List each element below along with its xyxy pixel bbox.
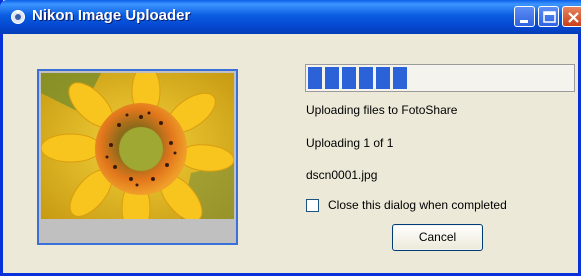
progress-segment (342, 67, 356, 89)
nikon-uploader-icon (11, 10, 25, 24)
minimize-button[interactable] (514, 6, 535, 27)
progress-fill (308, 67, 410, 89)
progress-segment (308, 67, 322, 89)
close-when-done-checkbox[interactable] (306, 199, 319, 212)
cancel-button[interactable]: Cancel (392, 224, 483, 251)
window-title: Nikon Image Uploader (32, 7, 191, 24)
title-bar[interactable]: Nikon Image Uploader (0, 0, 581, 34)
close-button[interactable] (562, 6, 581, 27)
maximize-button[interactable] (538, 6, 559, 27)
uploader-window: Nikon Image Uploader Uploading files to … (0, 0, 581, 276)
status-destination: Uploading files to FotoShare (306, 103, 458, 117)
status-count: Uploading 1 of 1 (306, 136, 394, 150)
close-icon (568, 12, 579, 23)
progress-segment (359, 67, 373, 89)
sunflower-photo (41, 73, 234, 219)
progress-segment (376, 67, 390, 89)
photo-thumbnail (37, 69, 238, 245)
status-filename: dscn0001.jpg (306, 168, 378, 182)
close-when-done-label[interactable]: Close this dialog when completed (328, 198, 507, 212)
progress-segment (325, 67, 339, 89)
upload-progress-bar (305, 64, 575, 92)
progress-segment (393, 67, 407, 89)
minimize-icon (520, 20, 528, 23)
maximize-icon (543, 11, 556, 23)
